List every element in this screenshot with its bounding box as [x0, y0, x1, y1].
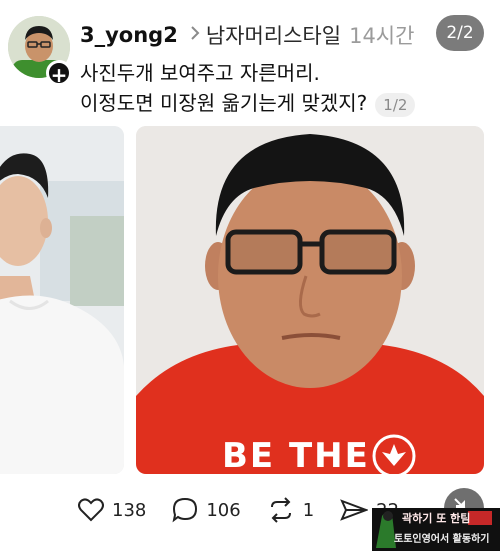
- image-counter-badge: 1/2: [375, 92, 416, 117]
- send-icon: [340, 499, 369, 521]
- like-count: 138: [112, 499, 147, 521]
- post-header: 3_yong2 남자머리스타일 14시간: [80, 20, 414, 50]
- post-time: 14시간: [349, 24, 415, 48]
- repost-button[interactable]: 1: [267, 497, 314, 523]
- heart-icon: [78, 498, 104, 522]
- page-indicator-pill: 2/2: [436, 15, 484, 51]
- speech-bubble-icon: [172, 497, 198, 523]
- follow-plus-button[interactable]: +: [46, 60, 72, 87]
- chevron-right-icon: [190, 25, 200, 46]
- community-link[interactable]: 남자머리스타일: [206, 20, 341, 50]
- repost-count: 1: [302, 499, 315, 521]
- username-link[interactable]: 3_yong2: [80, 23, 178, 47]
- repost-icon: [270, 497, 291, 523]
- comment-count: 106: [206, 499, 241, 521]
- post-text-line-1: 사진두개 보여주고 자른머리.: [80, 61, 320, 85]
- post-image-1[interactable]: [0, 126, 124, 474]
- post-text-line-2-content: 이정도면 미장원 옮기는게 맞겠지?: [80, 91, 368, 115]
- like-button[interactable]: 138: [78, 498, 146, 522]
- watermark: 곽하기 또 한팀 토토인영어서 활동하기: [372, 508, 500, 551]
- plus-icon: +: [50, 63, 68, 87]
- shirt-print-text: BE THE: [222, 436, 370, 474]
- watermark-line-1: 곽하기 또 한팀: [402, 512, 471, 525]
- comment-button[interactable]: 106: [172, 497, 241, 523]
- post-body: 사진두개 보여주고 자른머리. 이정도면 미장원 옮기는게 맞겠지? 1/2: [80, 58, 490, 118]
- watermark-line-2: 토토인영어서 활동하기: [394, 534, 490, 545]
- post-text-line-2: 이정도면 미장원 옮기는게 맞겠지? 1/2: [80, 88, 490, 118]
- post-image-2[interactable]: BE THE: [136, 126, 484, 474]
